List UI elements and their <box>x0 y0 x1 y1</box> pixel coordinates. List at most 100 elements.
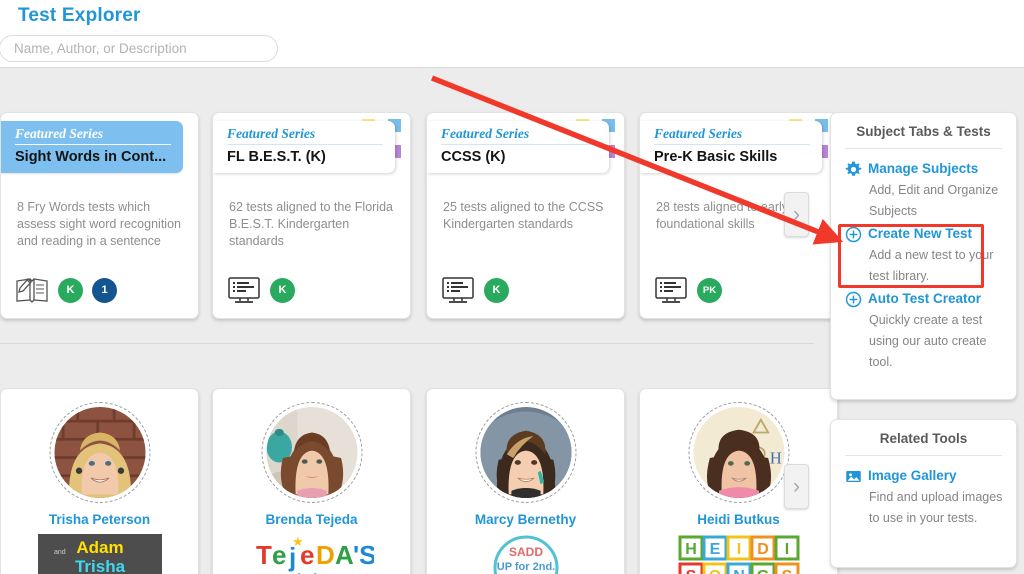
monitor-test-icon <box>442 277 474 303</box>
card-eyebrow: Featured Series <box>15 126 171 145</box>
subject-tabs-tests-panel: Subject Tabs & Tests Manage Subjects Add… <box>830 112 1017 400</box>
author-card[interactable]: Marcy Bernethy SADD UP for 2nd. Grade <box>426 388 625 574</box>
author-logo: H E I D I S O N G S <box>676 534 801 574</box>
author-logo-image: Adam and Trisha TEACH <box>37 534 162 574</box>
card-title: FL B.E.S.T. (K) <box>227 149 326 165</box>
svg-text:G: G <box>756 568 768 574</box>
card-meta-icons: K <box>227 276 295 304</box>
author-name: Brenda Tejeda <box>265 512 358 527</box>
grade-badge: PK <box>697 277 722 303</box>
author-logo: T e j e D A 'S ★ tots <box>249 534 374 574</box>
svg-text:H: H <box>685 541 697 558</box>
svg-text:I: I <box>784 541 788 558</box>
test-explorer-page: Test Explorer Featured Series Sight Word… <box>0 0 1024 574</box>
card-banner: Featured Series FL B.E.S.T. (K) <box>213 121 395 173</box>
card-meta-icons: K <box>441 276 509 304</box>
svg-text:Trisha: Trisha <box>74 557 125 574</box>
card-description: 8 Fry Words tests which assess sight wor… <box>17 200 181 248</box>
grade-badge: K <box>484 277 509 303</box>
panel-title: Subject Tabs & Tests <box>856 124 991 139</box>
authors-next-button[interactable]: › <box>784 464 809 509</box>
grade-badge: K <box>58 277 83 303</box>
author-logo-image: H E I D I S O N G S <box>676 534 801 574</box>
avatar <box>475 402 576 503</box>
plus-circle-icon <box>845 226 862 242</box>
svg-text:A: A <box>335 540 354 570</box>
sidebar-item-description: Add, Edit and Organize Subjects <box>869 183 999 218</box>
sidebar-item-create-new-test[interactable]: Create New Test Add a new test to your t… <box>831 224 1016 289</box>
author-logo: Adam and Trisha TEACH <box>37 534 162 574</box>
author-photo <box>54 407 145 498</box>
sidebar-item-label: Image Gallery <box>868 468 957 483</box>
svg-text:and: and <box>54 549 66 556</box>
svg-text:Adam: Adam <box>76 538 123 557</box>
svg-text:O: O <box>708 568 720 574</box>
svg-text:D: D <box>757 541 769 558</box>
author-name: Trisha Peterson <box>48 512 151 527</box>
author-photo: H <box>693 407 784 498</box>
avatar: H <box>688 402 789 503</box>
panel-divider <box>845 148 1002 149</box>
author-card[interactable]: Brenda Tejeda T e j e D A 'S ★ tots <box>212 388 411 574</box>
page-title: Test Explorer <box>18 5 141 26</box>
plus-circle-icon <box>845 291 862 307</box>
grade-badge: K <box>270 277 295 303</box>
svg-text:★: ★ <box>292 534 304 549</box>
svg-text:D: D <box>316 540 335 570</box>
author-logo: SADD UP for 2nd. Grade <box>463 534 588 574</box>
card-meta-icons: K 1 <box>15 276 117 304</box>
top-header: Test Explorer <box>0 0 1024 68</box>
sidebar-item-label: Manage Subjects <box>868 161 979 176</box>
card-banner: Featured Series Sight Words in Cont... <box>1 121 183 173</box>
card-title: CCSS (K) <box>441 149 506 165</box>
sidebar-item-description: Quickly create a test using our auto cre… <box>869 313 987 369</box>
monitor-test-icon <box>228 277 260 303</box>
avatar <box>49 402 150 503</box>
panel-title: Related Tools <box>879 431 968 446</box>
card-description: 25 tests aligned to the CCSS Kindergarte… <box>443 200 604 231</box>
monitor-test-icon <box>655 277 687 303</box>
card-title: Pre-K Basic Skills <box>654 149 778 165</box>
author-logo-image: T e j e D A 'S ★ tots <box>249 534 374 574</box>
sidebar-item-label: Create New Test <box>868 226 973 241</box>
svg-text:tots: tots <box>296 569 327 574</box>
sidebar-item-description: Find and upload images to use in your te… <box>869 490 1003 525</box>
svg-text:UP for 2nd.: UP for 2nd. <box>496 561 554 573</box>
gear-icon <box>845 161 862 176</box>
card-eyebrow: Featured Series <box>441 126 597 145</box>
featured-series-card[interactable]: Featured Series FL B.E.S.T. (K) 62 tests… <box>212 112 411 319</box>
section-divider <box>0 343 814 344</box>
card-description: 62 tests aligned to the Florida B.E.S.T.… <box>229 200 393 248</box>
related-tools-panel: Related Tools Image Gallery Find and upl… <box>830 419 1017 568</box>
card-meta-icons: PK <box>654 276 722 304</box>
card-eyebrow: Featured Series <box>654 126 810 145</box>
book-pencil-icon <box>16 278 48 303</box>
card-banner: Featured Series Pre-K Basic Skills <box>640 121 822 173</box>
avatar <box>261 402 362 503</box>
sidebar-item-image-gallery[interactable]: Image Gallery Find and upload images to … <box>831 466 1016 531</box>
sidebar-item-manage-subjects[interactable]: Manage Subjects Add, Edit and Organize S… <box>831 159 1016 224</box>
sidebar-item-auto-test-creator[interactable]: Auto Test Creator Quickly create a test … <box>831 289 1016 375</box>
featured-series-card[interactable]: Featured Series Sight Words in Cont... 8… <box>0 112 199 319</box>
featured-next-button[interactable]: › <box>784 192 809 237</box>
image-icon <box>846 470 861 482</box>
author-logo-image: SADD UP for 2nd. Grade <box>463 534 588 574</box>
search-container <box>0 35 278 62</box>
author-photo <box>266 407 357 498</box>
svg-text:T: T <box>256 540 272 570</box>
svg-text:H: H <box>769 448 781 467</box>
sidebar-item-description: Add a new test to your test library. <box>869 248 994 283</box>
panel-divider <box>845 455 1002 456</box>
search-input[interactable] <box>0 35 278 62</box>
author-name: Heidi Butkus <box>697 512 780 527</box>
grade-badge: 1 <box>92 277 117 303</box>
card-title: Sight Words in Cont... <box>15 149 167 165</box>
svg-text:SADD: SADD <box>508 545 542 559</box>
svg-text:I: I <box>736 541 740 558</box>
author-card[interactable]: Trisha Peterson Adam and Trisha TEACH <box>0 388 199 574</box>
card-banner: Featured Series CCSS (K) <box>427 121 609 173</box>
card-eyebrow: Featured Series <box>227 126 383 145</box>
featured-series-card[interactable]: Featured Series CCSS (K) 25 tests aligne… <box>426 112 625 319</box>
svg-text:'S: 'S <box>353 540 374 570</box>
svg-text:E: E <box>709 541 720 558</box>
